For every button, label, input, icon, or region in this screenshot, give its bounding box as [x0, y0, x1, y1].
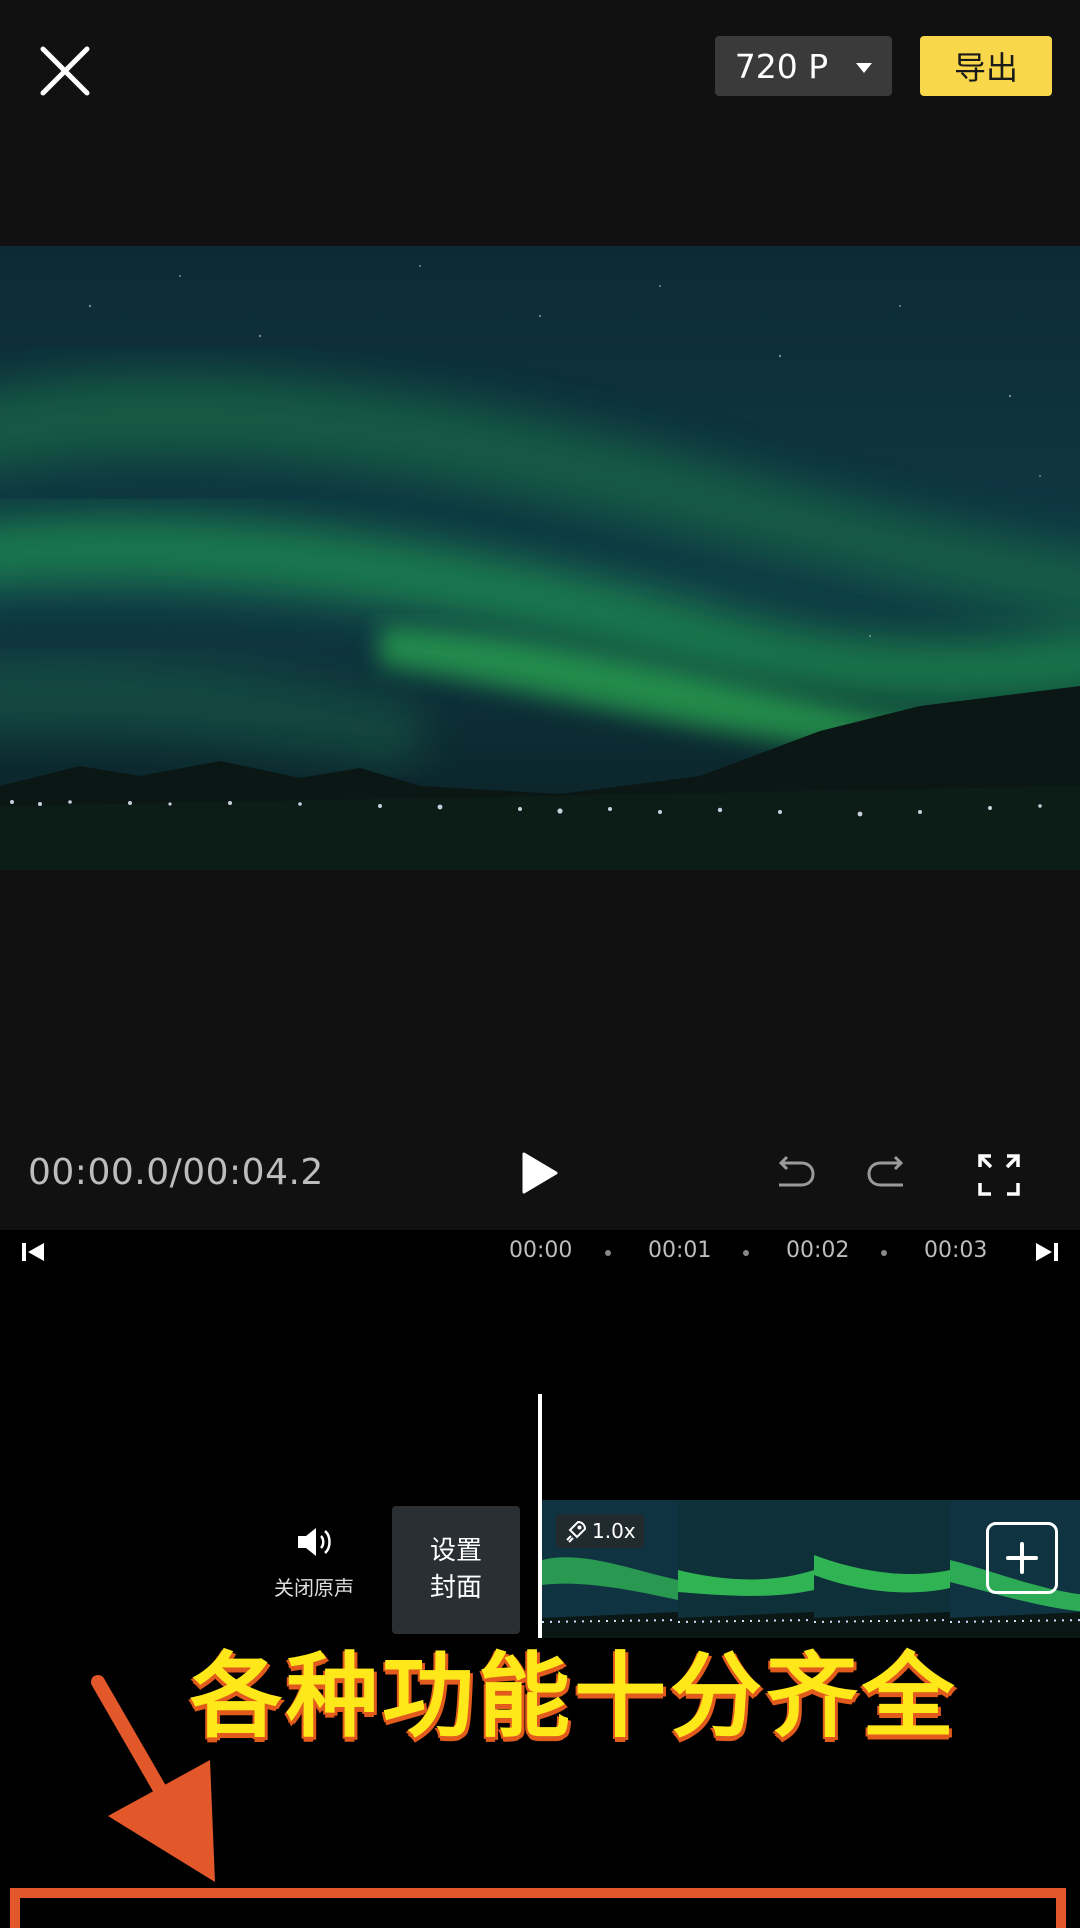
redo-button[interactable] [862, 1150, 912, 1200]
ruler-dot [743, 1250, 749, 1256]
export-button[interactable]: 导出 [920, 36, 1052, 96]
cover-label-line1: 设置 [429, 1536, 482, 1566]
ruler-tick: 00:03 [924, 1238, 988, 1263]
jump-end-button[interactable] [1032, 1240, 1060, 1264]
speed-badge: 1.0x [556, 1514, 644, 1548]
chevron-down-icon [856, 63, 873, 73]
close-icon [40, 46, 90, 96]
ruler-tick: 00:02 [786, 1238, 850, 1263]
cover-label-line2: 封面 [429, 1573, 482, 1603]
top-bar: 720 P 导出 [0, 0, 1080, 246]
highlight-frame [10, 1888, 1066, 1928]
plus-icon [1006, 1542, 1038, 1574]
jump-end-icon [1036, 1243, 1058, 1261]
close-button[interactable] [30, 36, 100, 106]
ruler-tick: 00:00 [509, 1238, 573, 1263]
timeline-ruler: 00:00 00:01 00:02 00:03 [0, 1230, 1080, 1274]
add-clip-button[interactable] [986, 1522, 1058, 1594]
resolution-dropdown[interactable]: 720 P [715, 36, 892, 96]
play-button[interactable] [515, 1148, 565, 1198]
undo-icon [778, 1155, 815, 1187]
ruler-tick: 00:01 [648, 1238, 712, 1263]
fullscreen-icon [978, 1154, 1020, 1196]
speaker-icon [298, 1528, 331, 1556]
video-preview [0, 246, 1080, 870]
set-cover-button[interactable]: 设置 封面 [392, 1506, 520, 1634]
clip-thumbnail [678, 1500, 814, 1638]
play-icon [522, 1152, 558, 1194]
mute-label: 关闭原声 [274, 1576, 354, 1600]
fullscreen-button[interactable] [974, 1150, 1024, 1200]
undo-button[interactable] [770, 1150, 820, 1200]
resolution-label: 720 P [734, 46, 829, 86]
jump-start-icon [22, 1243, 44, 1261]
jump-start-button[interactable] [20, 1240, 48, 1264]
playback-timecode: 00:00.0/00:04.2 [28, 1152, 324, 1193]
rocket-icon [566, 1520, 587, 1543]
promo-caption: 各种功能十分齐全 [190, 1643, 959, 1750]
arrow-icon [91, 1675, 215, 1882]
clip-thumbnail [814, 1500, 950, 1638]
ruler-dot [881, 1250, 887, 1256]
speed-label: 1.0x [592, 1519, 636, 1543]
redo-icon [867, 1155, 904, 1187]
mute-original-audio-button[interactable]: 关闭原声 [262, 1524, 366, 1614]
ruler-dot [605, 1250, 611, 1256]
